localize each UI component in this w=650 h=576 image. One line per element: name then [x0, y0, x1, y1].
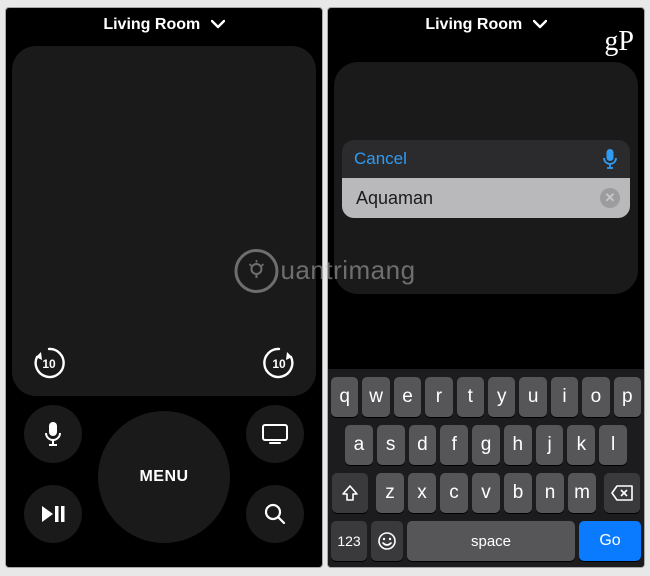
key-emoji[interactable]	[371, 521, 403, 561]
search-icon	[264, 503, 286, 525]
backspace-icon	[611, 485, 633, 501]
device-selector[interactable]: Living Room	[328, 16, 644, 34]
remote-panel-right: Living Room gP Cancel Aquaman ✕ qwertyui…	[327, 7, 645, 568]
key-l[interactable]: l	[599, 425, 627, 465]
key-space[interactable]: space	[407, 521, 575, 561]
svg-text:10: 10	[272, 357, 286, 371]
shift-icon	[341, 484, 359, 502]
key-i[interactable]: i	[551, 377, 578, 417]
search-input[interactable]: Aquaman ✕	[342, 178, 630, 218]
key-c[interactable]: c	[440, 473, 468, 513]
device-name-label: Living Room	[425, 16, 522, 33]
key-f[interactable]: f	[440, 425, 468, 465]
emoji-icon	[377, 531, 397, 551]
controls-area: MENU	[6, 397, 322, 557]
search-input-value: Aquaman	[356, 188, 433, 209]
key-o[interactable]: o	[582, 377, 609, 417]
rewind-10-button[interactable]: 10	[28, 342, 70, 384]
key-y[interactable]: y	[488, 377, 515, 417]
touchpad-area[interactable]: 10 10	[12, 46, 316, 396]
device-selector[interactable]: Living Room	[6, 16, 322, 34]
key-r[interactable]: r	[425, 377, 452, 417]
device-name-label: Living Room	[103, 16, 200, 33]
key-m[interactable]: m	[568, 473, 596, 513]
key-a[interactable]: a	[345, 425, 373, 465]
key-w[interactable]: w	[362, 377, 389, 417]
key-h[interactable]: h	[504, 425, 532, 465]
touchpad-area[interactable]: Cancel Aquaman ✕	[334, 62, 638, 294]
key-s[interactable]: s	[377, 425, 405, 465]
search-group: Cancel Aquaman ✕	[342, 140, 630, 218]
gp-watermark: gP	[604, 26, 634, 58]
menu-button[interactable]: MENU	[98, 411, 230, 543]
tv-icon	[262, 423, 288, 445]
chevron-down-icon	[533, 19, 547, 29]
key-b[interactable]: b	[504, 473, 532, 513]
clear-icon: ✕	[605, 190, 616, 206]
key-t[interactable]: t	[457, 377, 484, 417]
tv-button[interactable]	[246, 405, 304, 463]
key-g[interactable]: g	[472, 425, 500, 465]
key-v[interactable]: v	[472, 473, 500, 513]
key-backspace[interactable]	[604, 473, 640, 513]
key-p[interactable]: p	[614, 377, 641, 417]
key-z[interactable]: z	[376, 473, 404, 513]
forward-10-button[interactable]: 10	[258, 342, 300, 384]
keyboard: qwertyuiop asdfghjkl zxcvbnm 123 space G…	[328, 369, 644, 567]
key-e[interactable]: e	[394, 377, 421, 417]
key-n[interactable]: n	[536, 473, 564, 513]
microphone-icon	[43, 421, 63, 447]
menu-button-label: MENU	[139, 468, 188, 486]
svg-text:10: 10	[42, 357, 56, 371]
remote-panel-left: Living Room 10 10 ME	[5, 7, 323, 568]
key-q[interactable]: q	[331, 377, 358, 417]
key-j[interactable]: j	[536, 425, 564, 465]
voice-button[interactable]	[24, 405, 82, 463]
dictation-button[interactable]	[602, 148, 618, 170]
key-x[interactable]: x	[408, 473, 436, 513]
clear-input-button[interactable]: ✕	[600, 188, 620, 208]
play-pause-button[interactable]	[24, 485, 82, 543]
key-numbers[interactable]: 123	[331, 521, 367, 561]
key-d[interactable]: d	[409, 425, 437, 465]
key-u[interactable]: u	[519, 377, 546, 417]
key-go[interactable]: Go	[579, 521, 641, 561]
key-k[interactable]: k	[567, 425, 595, 465]
key-shift[interactable]	[332, 473, 368, 513]
cancel-button[interactable]: Cancel	[354, 149, 407, 169]
search-button[interactable]	[246, 485, 304, 543]
play-pause-icon	[41, 505, 65, 523]
chevron-down-icon	[211, 19, 225, 29]
